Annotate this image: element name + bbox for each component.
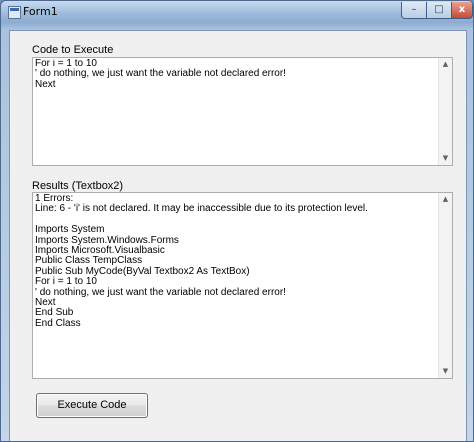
code-to-execute-label: Code to Execute [32,44,114,56]
code-vertical-scrollbar[interactable]: ▲ ▼ [438,58,452,165]
maximize-button[interactable]: □ [427,2,452,19]
close-button[interactable]: x [452,2,473,19]
app-icon[interactable] [8,6,21,19]
form-client-area: Code to Execute For i = 1 to 10 ' do not… [9,30,467,441]
code-textbox[interactable]: For i = 1 to 10 ' do nothing, we just wa… [32,57,453,166]
window-title: Form1 [23,5,58,18]
form1-window: Form1 – □ x Code to Execute For i = 1 to… [0,0,474,442]
scroll-down-arrow-icon[interactable]: ▼ [439,152,452,165]
results-vertical-scrollbar[interactable]: ▲ ▼ [438,193,452,378]
results-textbox[interactable]: 1 Errors: Line: 6 - 'i' is not declared.… [32,192,453,379]
minimize-button[interactable]: – [401,2,427,19]
results-textbox-content[interactable]: 1 Errors: Line: 6 - 'i' is not declared.… [35,194,438,378]
scroll-down-arrow-icon[interactable]: ▼ [439,365,452,378]
execute-code-button[interactable]: Execute Code [36,393,148,418]
title-bar[interactable]: Form1 – □ x [1,1,473,23]
scroll-up-arrow-icon[interactable]: ▲ [439,193,452,206]
scroll-up-arrow-icon[interactable]: ▲ [439,58,452,71]
code-textbox-content[interactable]: For i = 1 to 10 ' do nothing, we just wa… [35,59,438,165]
